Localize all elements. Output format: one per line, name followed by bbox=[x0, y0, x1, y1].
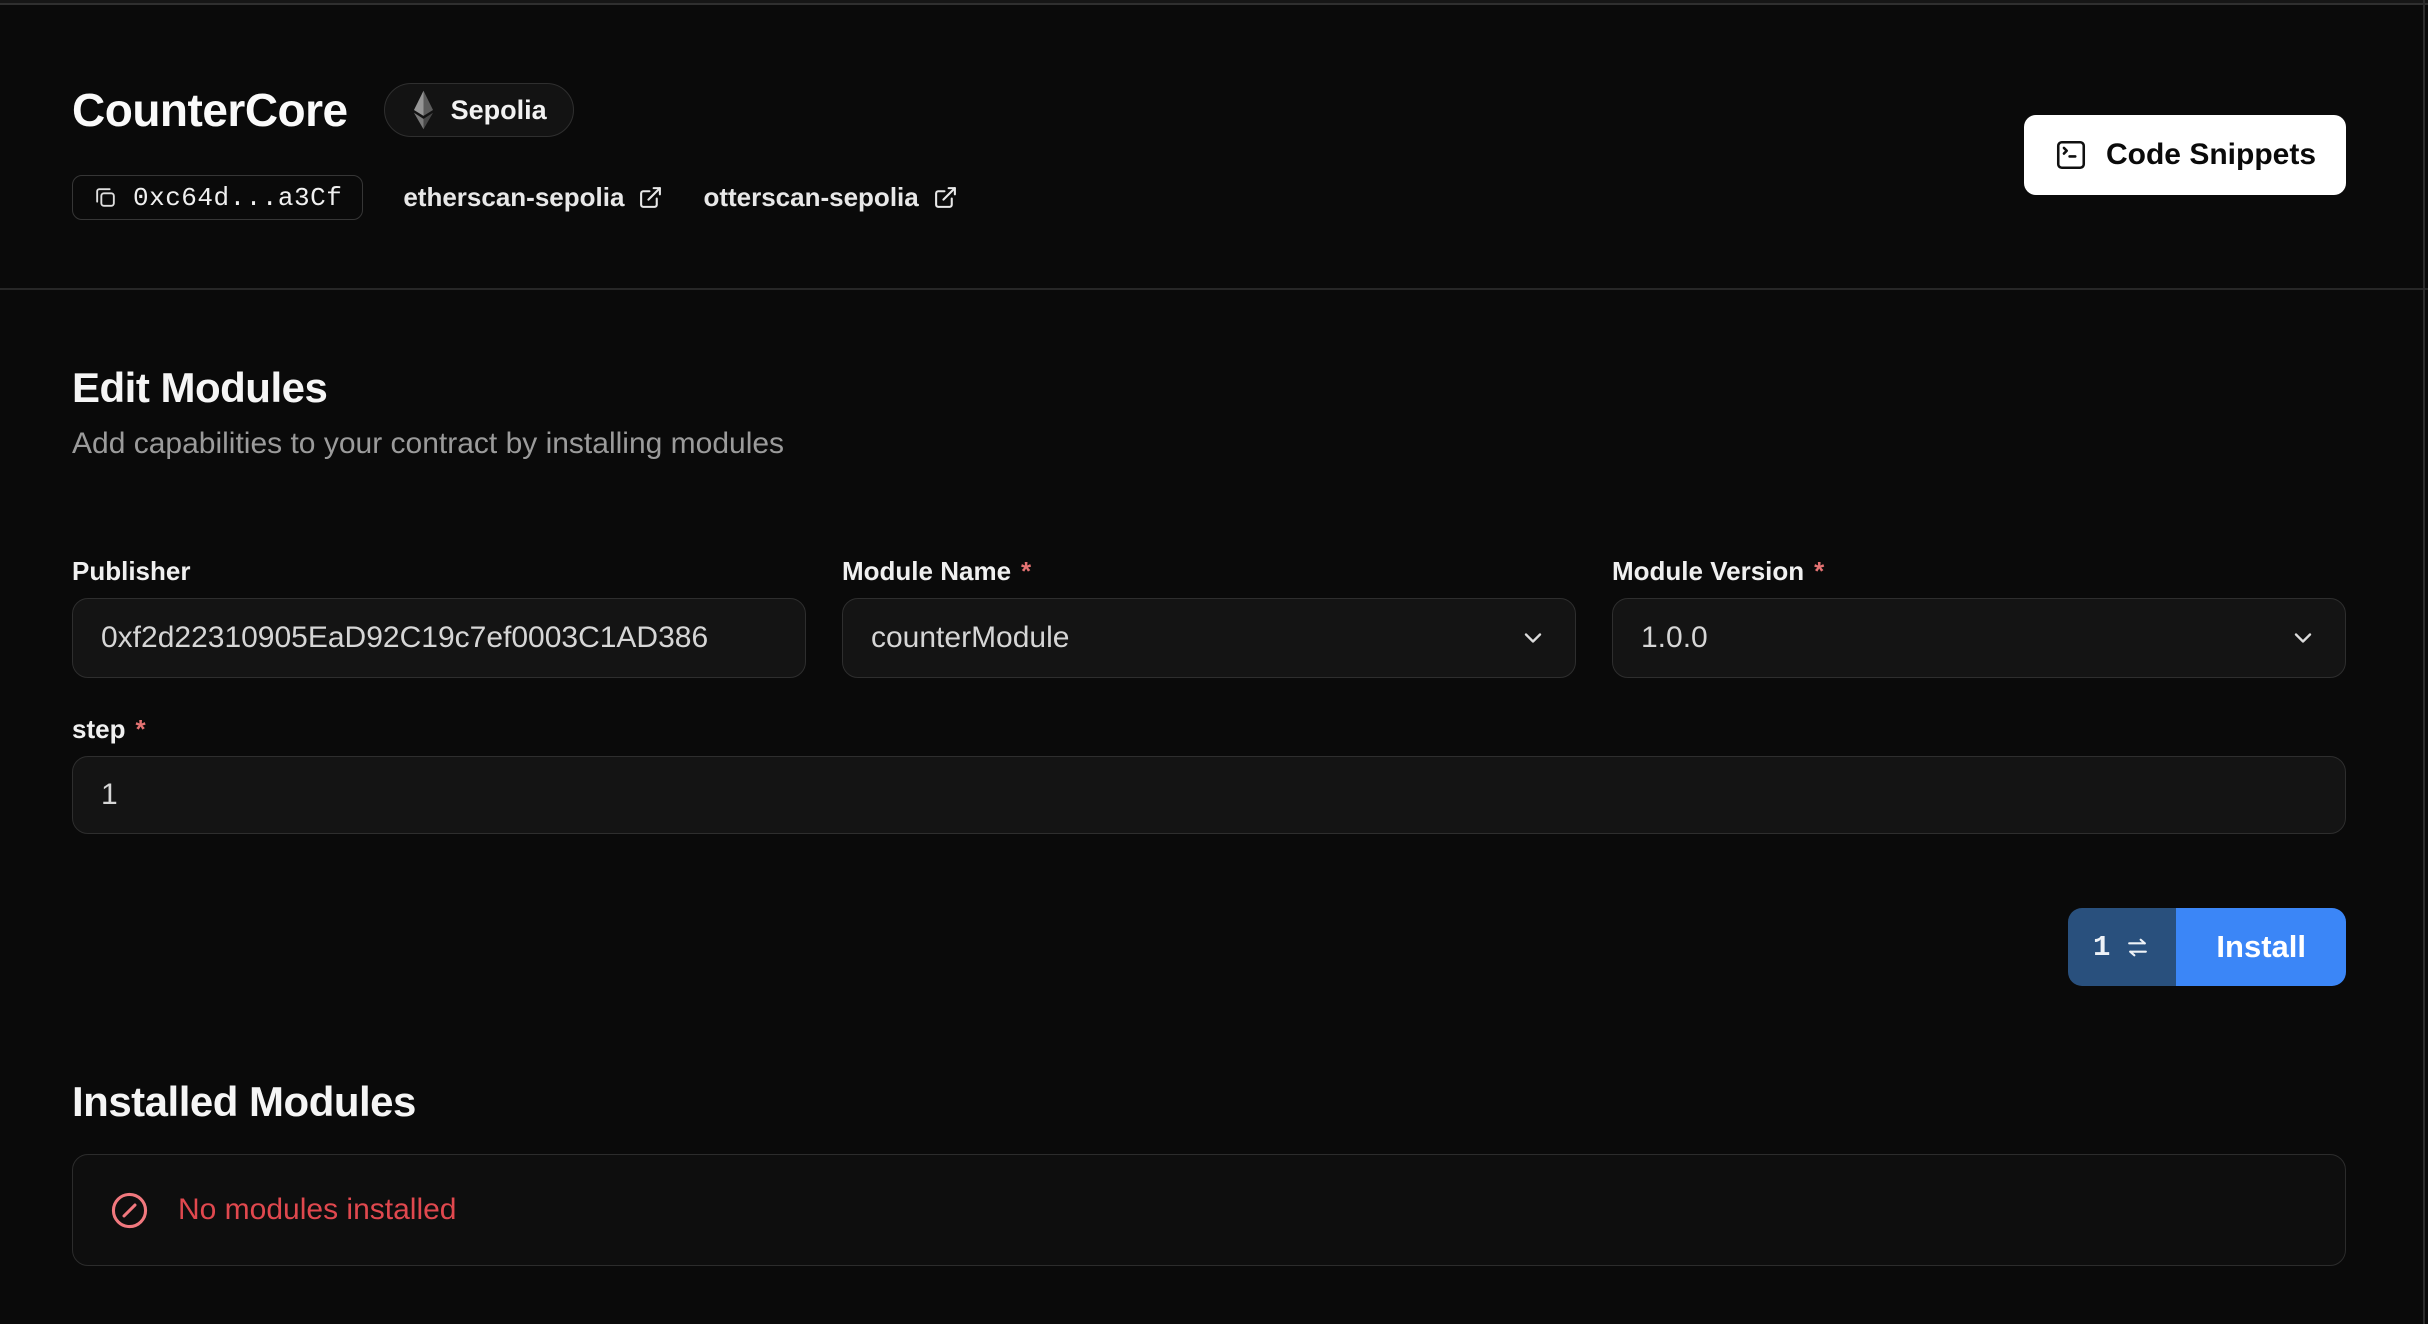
module-version-field: Module Version * 1.0.0 bbox=[1612, 556, 2346, 678]
title-row: CounterCore Sepolia bbox=[72, 83, 2346, 137]
install-button-label: Install bbox=[2176, 908, 2346, 986]
explorer-link-label: otterscan-sepolia bbox=[703, 182, 918, 213]
install-row: 1 Install bbox=[72, 908, 2346, 986]
publisher-input[interactable] bbox=[72, 598, 806, 678]
contract-address: 0xc64d...a3Cf bbox=[133, 183, 342, 213]
right-edge-divider bbox=[2423, 0, 2425, 1324]
network-badge-label: Sepolia bbox=[451, 95, 547, 126]
required-asterisk: * bbox=[135, 714, 145, 744]
contract-header: CounterCore Sepolia 0xc64d...a3Cf ethers… bbox=[0, 5, 2428, 290]
module-name-field: Module Name * counterModule bbox=[842, 556, 1576, 678]
publisher-field: Publisher bbox=[72, 556, 806, 678]
step-input[interactable] bbox=[72, 756, 2346, 834]
explorer-link-otterscan[interactable]: otterscan-sepolia bbox=[703, 182, 957, 213]
contract-meta-row: 0xc64d...a3Cf etherscan-sepolia ottersca… bbox=[72, 175, 2346, 220]
module-name-value: counterModule bbox=[871, 621, 1069, 655]
module-form: Publisher Module Name * counterModule Mo… bbox=[72, 556, 2346, 678]
edit-modules-subtitle: Add capabilities to your contract by ins… bbox=[72, 426, 2346, 462]
explorer-link-etherscan[interactable]: etherscan-sepolia bbox=[403, 182, 663, 213]
modules-section: Edit Modules Add capabilities to your co… bbox=[0, 364, 2428, 1266]
ethereum-icon bbox=[411, 90, 436, 130]
code-snippets-button[interactable]: Code Snippets bbox=[2024, 115, 2346, 195]
chevron-down-icon bbox=[2289, 624, 2317, 652]
external-link-icon bbox=[933, 185, 958, 210]
module-version-value: 1.0.0 bbox=[1641, 621, 1708, 655]
chevron-down-icon bbox=[1519, 624, 1547, 652]
installed-modules-title: Installed Modules bbox=[72, 1078, 2346, 1126]
module-version-select[interactable]: 1.0.0 bbox=[1612, 598, 2346, 678]
install-button[interactable]: 1 Install bbox=[2068, 908, 2346, 986]
step-field: step * bbox=[72, 714, 2346, 834]
required-asterisk: * bbox=[1814, 556, 1824, 586]
code-snippets-label: Code Snippets bbox=[2106, 138, 2316, 172]
module-name-select[interactable]: counterModule bbox=[842, 598, 1576, 678]
copy-icon bbox=[93, 185, 118, 210]
no-modules-message: No modules installed bbox=[178, 1193, 456, 1227]
module-version-label: Module Version * bbox=[1612, 556, 2346, 586]
page-title: CounterCore bbox=[72, 83, 348, 137]
module-name-label: Module Name * bbox=[842, 556, 1576, 586]
external-link-icon bbox=[638, 185, 663, 210]
tx-count: 1 bbox=[2093, 931, 2110, 964]
publisher-label: Publisher bbox=[72, 556, 806, 586]
tx-count-badge: 1 bbox=[2068, 908, 2176, 986]
edit-modules-title: Edit Modules bbox=[72, 364, 2346, 412]
required-asterisk: * bbox=[1021, 556, 1031, 586]
network-badge[interactable]: Sepolia bbox=[384, 83, 574, 137]
explorer-link-label: etherscan-sepolia bbox=[403, 182, 624, 213]
no-modules-alert: No modules installed bbox=[72, 1154, 2346, 1266]
contract-address-chip[interactable]: 0xc64d...a3Cf bbox=[72, 175, 363, 220]
terminal-icon bbox=[2054, 138, 2088, 172]
step-label: step * bbox=[72, 714, 2346, 744]
swap-arrows-icon bbox=[2124, 935, 2151, 960]
circle-slash-icon bbox=[109, 1190, 150, 1231]
